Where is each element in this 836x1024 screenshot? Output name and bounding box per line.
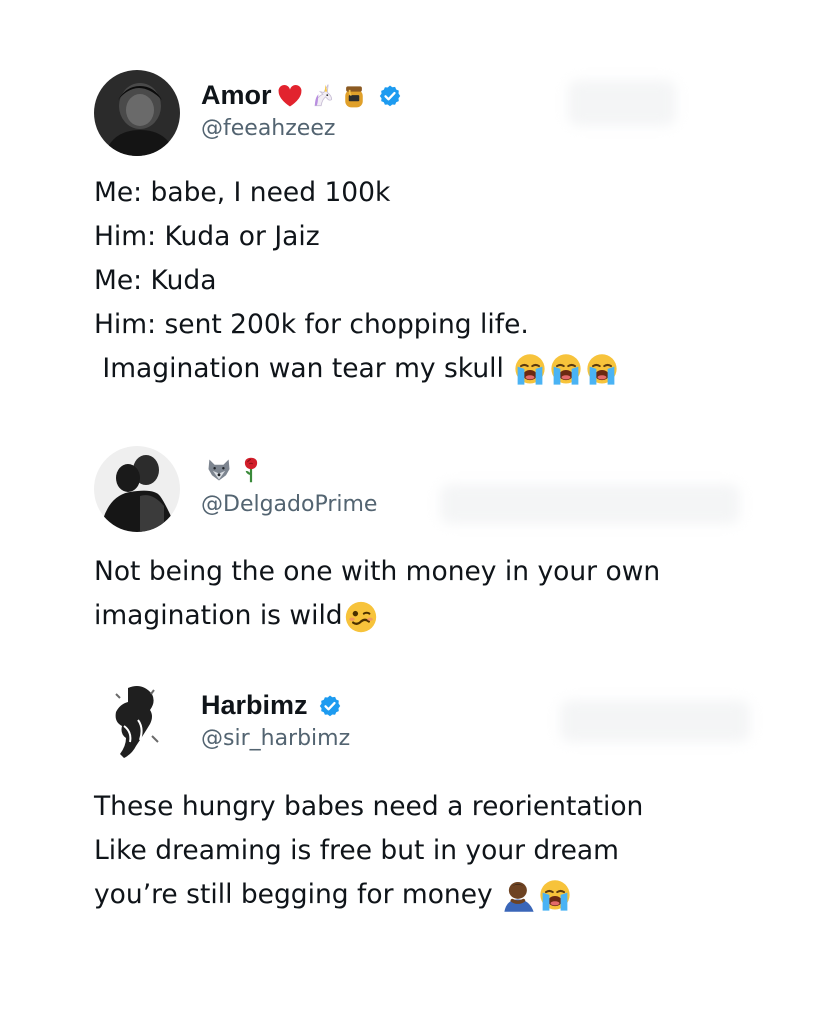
tweet-line: Me: Kuda xyxy=(94,265,217,296)
display-name-row xyxy=(201,456,265,484)
rose-icon xyxy=(237,456,265,484)
display-name: Amor xyxy=(201,80,272,110)
loudly-crying-face-icon xyxy=(584,352,620,388)
red-heart-icon xyxy=(276,82,304,110)
woozy-face-icon xyxy=(343,599,379,635)
tweet-line-text: Imagination wan tear my skull xyxy=(94,353,504,384)
avatar[interactable] xyxy=(94,680,180,766)
tweet-line-text: you’re still begging for money xyxy=(94,879,493,910)
avatar[interactable] xyxy=(94,70,180,156)
display-name-row: Amor xyxy=(201,80,402,111)
unicorn-icon xyxy=(308,82,336,110)
tweet-line: Not being the one with money in your own xyxy=(94,556,661,587)
user-handle[interactable]: @feeahzeez xyxy=(201,116,335,141)
verified-badge-icon xyxy=(378,84,402,108)
loudly-crying-face-icon xyxy=(548,352,584,388)
tweet-text: These hungry babes need a reorientation … xyxy=(94,785,643,917)
loudly-crying-face-icon xyxy=(512,352,548,388)
tweet-line-last: imagination is wild xyxy=(94,594,660,638)
tweet-line: Me: babe, I need 100k xyxy=(94,177,391,208)
user-handle[interactable]: @sir_harbimz xyxy=(201,726,350,751)
tweet-line: These hungry babes need a reorientation xyxy=(94,791,644,822)
display-name: Harbimz xyxy=(201,690,308,720)
tweet-line: Like dreaming is free but in your dream xyxy=(94,835,619,866)
blurred-region xyxy=(560,700,750,742)
tweet-text: Me: babe, I need 100k Him: Kuda or Jaiz … xyxy=(94,171,620,391)
verified-badge-icon xyxy=(318,694,342,718)
tweet-line-last: Imagination wan tear my skull xyxy=(94,347,620,391)
loudly-crying-face-icon xyxy=(537,878,573,914)
honey-pot-icon xyxy=(340,82,368,110)
tweet-line-text: imagination is wild xyxy=(94,600,343,631)
tweet-line-last: you’re still begging for money xyxy=(94,873,643,917)
tweet-text: Not being the one with money in your own… xyxy=(94,550,660,638)
wolf-face-icon xyxy=(205,456,233,484)
blurred-region xyxy=(440,484,740,524)
user-handle[interactable]: @DelgadoPrime xyxy=(201,492,377,517)
tweet-line: Him: sent 200k for chopping life. xyxy=(94,309,529,340)
tweet-line: Him: Kuda or Jaiz xyxy=(94,221,320,252)
avatar[interactable] xyxy=(94,446,180,532)
display-name-row: Harbimz xyxy=(201,690,342,721)
blurred-region xyxy=(568,80,676,126)
man-bowing-icon xyxy=(501,878,537,914)
